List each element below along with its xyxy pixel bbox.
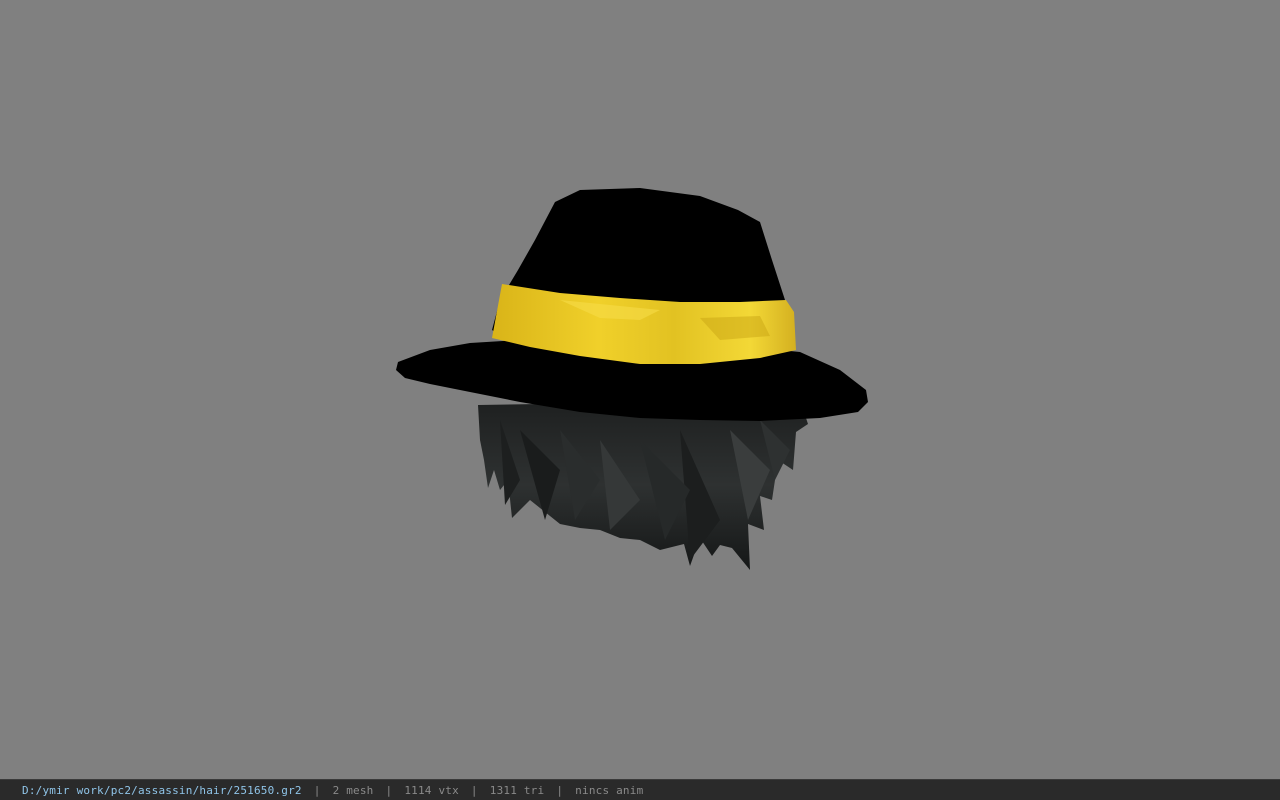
vertex-count: 1114 vtx <box>404 783 459 797</box>
model-render <box>396 188 868 570</box>
status-separator: | <box>385 783 393 797</box>
status-bar: D:/ymir work/pc2/assassin/hair/251650.gr… <box>0 779 1280 800</box>
hair-mesh <box>478 400 808 570</box>
status-separator: | <box>556 783 564 797</box>
triangle-count: 1311 tri <box>489 783 545 797</box>
3d-viewport[interactable] <box>0 0 1280 779</box>
mesh-count: 2 mesh <box>332 783 374 797</box>
animation-status: nincs anim <box>575 783 644 797</box>
status-separator: | <box>470 783 478 797</box>
status-separator: | <box>313 783 321 797</box>
file-path: D:/ymir work/pc2/assassin/hair/251650.gr… <box>22 783 302 797</box>
